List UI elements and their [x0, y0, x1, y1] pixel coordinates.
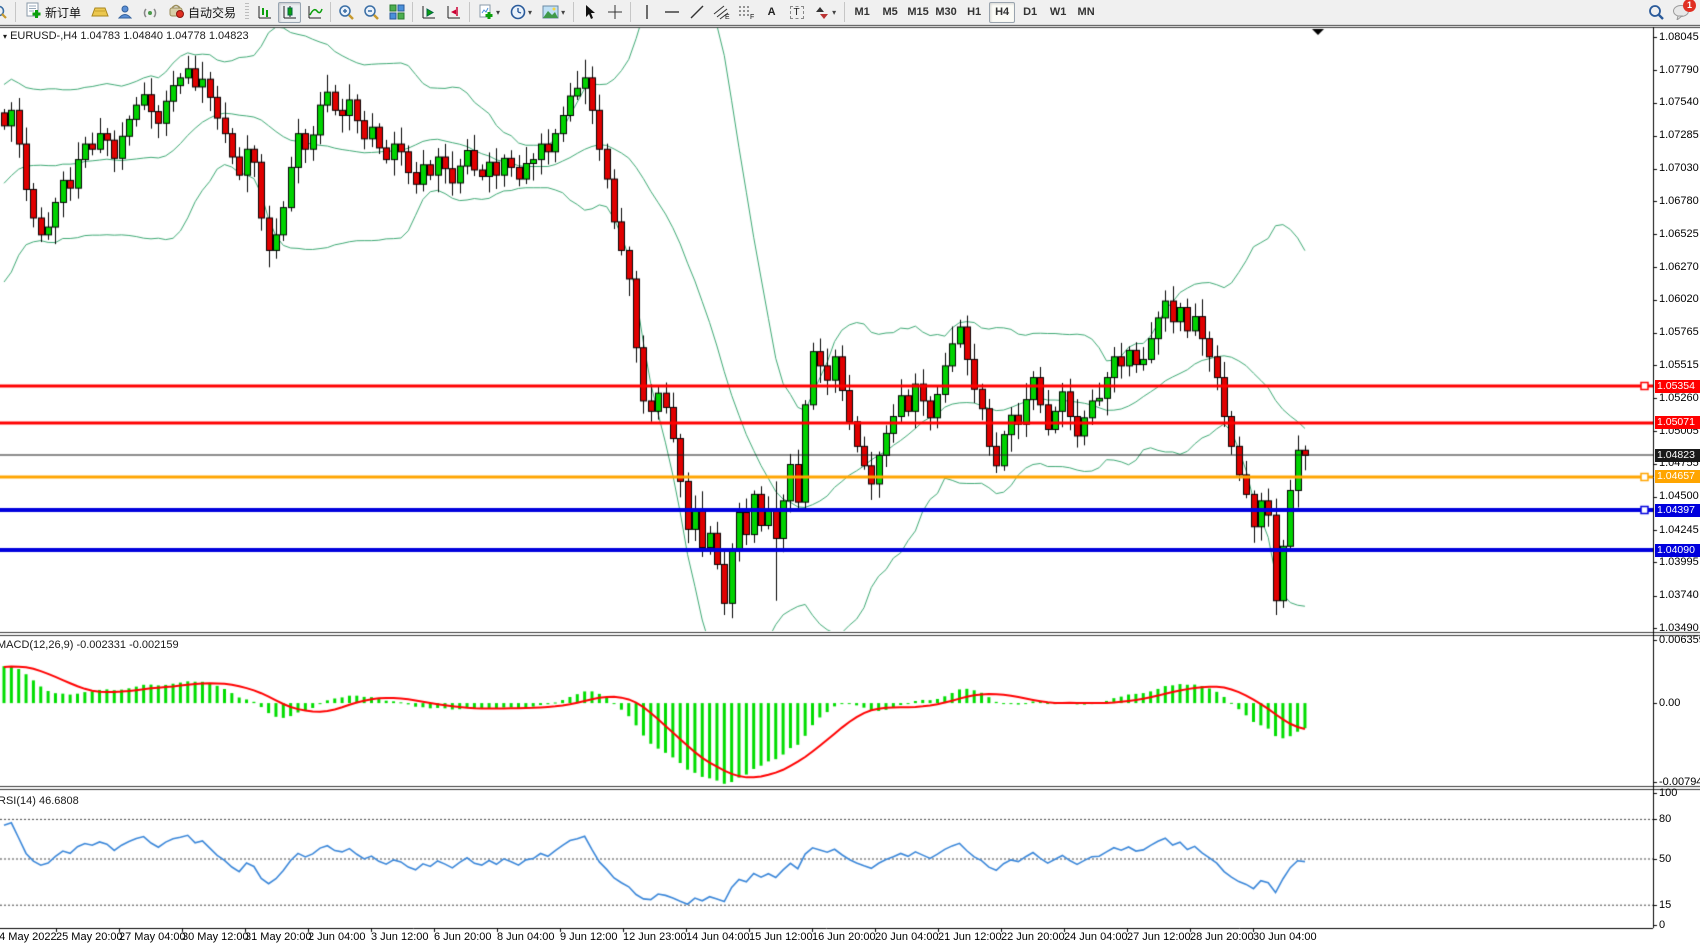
- templates-button[interactable]: ▾: [538, 2, 569, 23]
- bar-chart-button[interactable]: [253, 2, 276, 23]
- periods-button[interactable]: ▾: [506, 2, 536, 23]
- toolbar-separator: [330, 2, 331, 22]
- toolbar-separator: [573, 2, 574, 22]
- fibo-letter: F: [750, 14, 754, 20]
- zoom-in-button[interactable]: [335, 2, 358, 23]
- timeframe-button-m1[interactable]: M1: [849, 2, 875, 23]
- chart-canvas[interactable]: [0, 0, 1700, 946]
- chart-window-icon[interactable]: [0, 2, 11, 23]
- main-toolbar: 新订单 自动交易: [0, 0, 1700, 25]
- dropdown-arrow-icon: ▾: [528, 8, 532, 17]
- toolbar-separator: [469, 2, 470, 22]
- timeframe-button-h1[interactable]: H1: [961, 2, 987, 23]
- candlestick-chart-button[interactable]: [278, 2, 301, 23]
- auto-trading-icon: [168, 3, 185, 22]
- new-order-button[interactable]: 新订单: [20, 2, 86, 23]
- chart-shift-button[interactable]: [442, 2, 465, 23]
- toolbar-separator: [412, 2, 413, 22]
- timeframe-button-m15[interactable]: M15: [905, 2, 931, 23]
- chat-icon[interactable]: 1: [1669, 2, 1692, 23]
- auto-trading-button[interactable]: 自动交易: [163, 2, 241, 23]
- new-order-icon: [25, 2, 42, 22]
- new-order-label: 新订单: [45, 4, 81, 21]
- timeframe-button-h4[interactable]: H4: [989, 2, 1015, 23]
- dropdown-arrow-icon: ▾: [561, 8, 565, 17]
- horizontal-line-tool-button[interactable]: [660, 2, 683, 23]
- search-icon[interactable]: [1644, 2, 1667, 23]
- line-chart-button[interactable]: [303, 2, 326, 23]
- dropdown-arrow-icon: ▾: [832, 8, 836, 17]
- mt4-window: 新订单 自动交易: [0, 0, 1700, 946]
- text-label-tool-button[interactable]: T: [785, 2, 808, 23]
- timeframe-button-m30[interactable]: M30: [933, 2, 959, 23]
- timeframe-button-m5[interactable]: M5: [877, 2, 903, 23]
- toolbar-separator: [15, 2, 16, 22]
- arrows-tool-button[interactable]: ▾: [810, 2, 840, 23]
- label-tool-letter: T: [790, 6, 804, 19]
- vertical-line-tool-button[interactable]: [635, 2, 658, 23]
- toolbar-grip[interactable]: [245, 3, 249, 21]
- auto-trading-label: 自动交易: [188, 4, 236, 21]
- zoom-out-button[interactable]: [360, 2, 383, 23]
- gold-icon[interactable]: [88, 2, 111, 23]
- timeframe-button-mn[interactable]: MN: [1073, 2, 1099, 23]
- text-tool-letter: A: [768, 6, 776, 18]
- profile-icon[interactable]: [113, 2, 136, 23]
- text-tool-button[interactable]: A: [760, 2, 783, 23]
- cursor-tool-button[interactable]: [578, 2, 601, 23]
- chat-badge: 1: [1683, 0, 1696, 12]
- timeframe-button-d1[interactable]: D1: [1017, 2, 1043, 23]
- toolbar-separator: [844, 2, 845, 22]
- toolbar-separator: [630, 2, 631, 22]
- crosshair-tool-button[interactable]: [603, 2, 626, 23]
- auto-scroll-button[interactable]: [417, 2, 440, 23]
- fibonacci-tool-button[interactable]: F: [735, 2, 758, 23]
- new-chart-button[interactable]: ▾: [474, 2, 504, 23]
- equidistant-channel-tool-button[interactable]: E: [710, 2, 733, 23]
- timeframe-button-w1[interactable]: W1: [1045, 2, 1071, 23]
- signals-icon[interactable]: [138, 2, 161, 23]
- tile-windows-button[interactable]: [385, 2, 408, 23]
- trendline-tool-button[interactable]: [685, 2, 708, 23]
- timeframe-group: M1M5M15M30H1H4D1W1MN: [848, 2, 1100, 23]
- channel-letter: E: [725, 14, 730, 20]
- dropdown-arrow-icon: ▾: [496, 8, 500, 17]
